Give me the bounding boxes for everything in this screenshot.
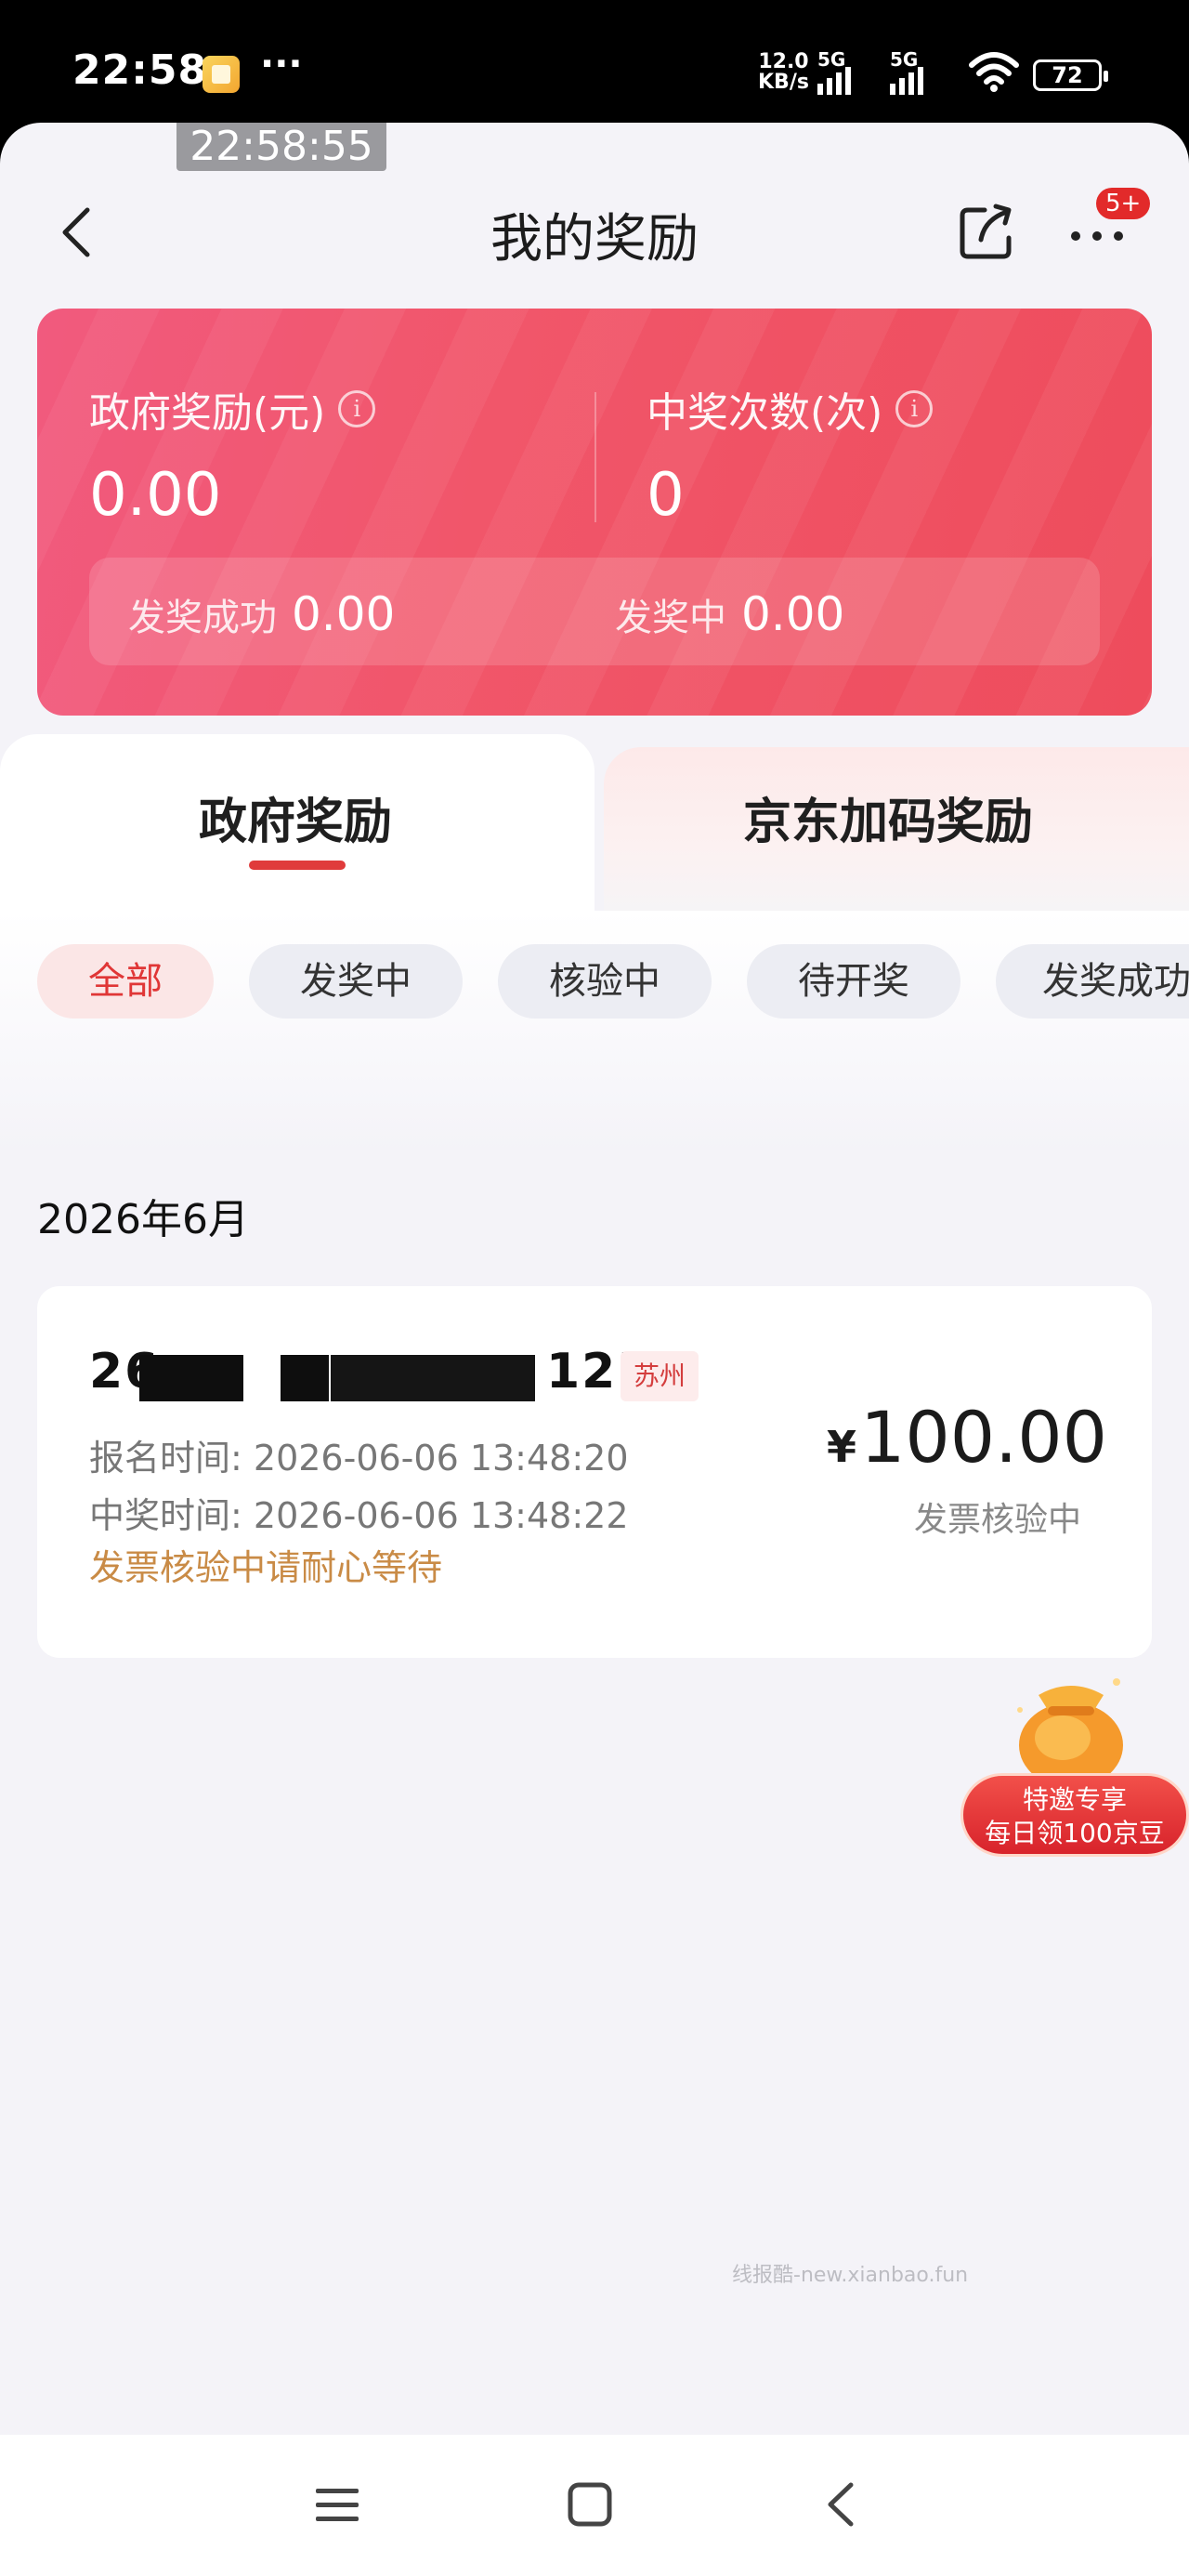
promo-float-button[interactable]: 特邀专享 每日领100京豆 [960, 1654, 1189, 1859]
home-icon[interactable] [557, 2472, 622, 2537]
promo-line-1: 特邀专享 [1022, 1784, 1127, 1815]
wifi-icon [969, 52, 1019, 92]
reward-amount: ¥ 100.00 [827, 1396, 1107, 1479]
win-count-value: 0 [647, 461, 685, 530]
redaction-mark [139, 1355, 243, 1401]
tab-jd-bonus[interactable]: 京东加码奖励 [604, 747, 1189, 911]
month-header: 2026年6月 [37, 1196, 249, 1243]
net-speed-unit: KB/s [758, 71, 809, 94]
promo-pill: 特邀专享 每日领100京豆 [960, 1773, 1189, 1857]
back-icon[interactable] [810, 2472, 875, 2537]
signal-1-icon: 5G [817, 48, 851, 95]
notification-app-icon [203, 56, 240, 93]
divider [594, 392, 596, 522]
paying-label: 发奖中 [615, 597, 726, 639]
filter-paying[interactable]: 发奖中 [249, 944, 463, 1019]
status-bar: 22:58 ··· 12.0 KB/s 5G 5G 72 [0, 0, 1189, 130]
watermark-text: 线报酷-new.xianbao.fun [732, 2264, 969, 2287]
paying-value: 0.00 [741, 587, 845, 641]
city-tag: 苏州 [621, 1351, 699, 1401]
system-nav-bar [0, 2435, 1189, 2576]
signup-time-line: 报名时间: 2026-06-06 13:48:20 [89, 1429, 629, 1480]
paying-stat: 发奖中 0.00 [615, 587, 844, 641]
tab-jd-bonus-label: 京东加码奖励 [743, 795, 1034, 850]
top-navigation: 我的奖励 5+ [0, 160, 1189, 290]
tab-gov-reward[interactable]: 政府奖励 [0, 734, 594, 911]
win-count-label-group: 中奖次数(次) i [647, 379, 934, 439]
promo-line-2: 每日领100京豆 [985, 1818, 1165, 1848]
currency-symbol: ¥ [827, 1422, 857, 1472]
payout-breakdown: 发奖成功 0.00 发奖中 0.00 [89, 558, 1100, 665]
win-time-label: 中奖时间: [89, 1495, 242, 1536]
paid-value: 0.00 [292, 587, 396, 641]
amount-status: 发票核验中 [913, 1501, 1081, 1539]
app-screen: 22:58:55 我的奖励 5+ 政府奖励(元) i 0.00 中奖次数(次) … [0, 123, 1189, 2576]
tab-gov-reward-label: 政府奖励 [199, 795, 393, 850]
verification-note: 发票核验中请耐心等待 [89, 1547, 443, 1588]
active-tab-indicator [249, 861, 346, 870]
status-more-icon: ··· [260, 43, 303, 85]
signup-time-label: 报名时间: [89, 1438, 242, 1479]
filter-pending-draw[interactable]: 待开奖 [747, 944, 960, 1019]
win-time-value: 2026-06-06 13:48:22 [253, 1495, 629, 1536]
win-time-line: 中奖时间: 2026-06-06 13:48:22 [89, 1487, 629, 1538]
win-count-label: 中奖次数(次) [647, 389, 883, 437]
redaction-mark [331, 1355, 535, 1401]
amount-value: 100.00 [860, 1396, 1107, 1479]
net-speed: 12.0 KB/s [758, 52, 809, 93]
battery-icon: 72 [1033, 59, 1108, 91]
signal-2-icon: 5G [890, 48, 923, 95]
filter-paid[interactable]: 发奖成功 [996, 944, 1189, 1019]
share-icon[interactable] [957, 201, 1018, 262]
signal-2-label: 5G [890, 48, 919, 71]
net-speed-value: 12.0 [758, 50, 809, 73]
signal-1-label: 5G [817, 48, 846, 71]
info-icon[interactable]: i [338, 390, 376, 427]
reward-list-area: 全部 发奖中 核验中 待开奖 发奖成功 2026年6月 26 125 苏州 报名… [0, 911, 1189, 2556]
reward-record-card[interactable]: 26 125 苏州 报名时间: 2026-06-06 13:48:20 中奖时间… [37, 1286, 1152, 1658]
gov-reward-label: 政府奖励(元) [89, 389, 326, 437]
menu-icon[interactable] [305, 2472, 370, 2537]
info-icon[interactable]: i [895, 390, 934, 427]
status-filter-chips: 全部 发奖中 核验中 待开奖 发奖成功 [37, 944, 1189, 1019]
gov-reward-value: 0.00 [89, 461, 222, 530]
paid-stat: 发奖成功 0.00 [128, 587, 395, 641]
signup-time-value: 2026-06-06 13:48:20 [253, 1438, 629, 1479]
filter-all[interactable]: 全部 [37, 944, 214, 1019]
gov-reward-label-group: 政府奖励(元) i [89, 379, 376, 439]
notification-badge: 5+ [1096, 188, 1151, 219]
filter-verifying[interactable]: 核验中 [498, 944, 712, 1019]
paid-label: 发奖成功 [128, 597, 277, 639]
reward-summary-card: 政府奖励(元) i 0.00 中奖次数(次) i 0 发奖成功 0.00 发奖中… [37, 309, 1152, 716]
status-time: 22:58 [72, 46, 208, 94]
reward-tabs: 京东加码奖励 政府奖励 [0, 734, 1189, 911]
